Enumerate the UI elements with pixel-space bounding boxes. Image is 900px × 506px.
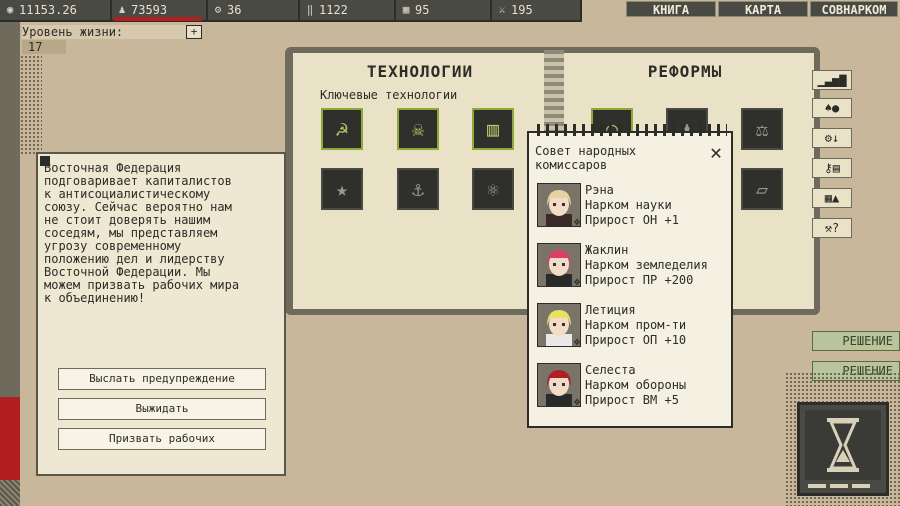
tab-sovnarkom[interactable]: СОВНАРКОМ [810,1,898,17]
side-tab-city[interactable]: ▦▲ [812,188,852,208]
commissar-name: Селеста [585,363,636,377]
gear-icon: ⚙ [214,3,222,16]
left-decoration [0,480,20,506]
resource-military: ▦ 95 [396,0,492,20]
turn-progress-segment [830,484,848,488]
resource-money: ◉ 11153.26 [0,0,112,20]
scales-icon: ⚖ [755,117,769,141]
key-technologies-subtitle: Ключевые технологии [320,88,458,102]
commissar-name: Летиция [585,303,636,317]
tech-tile-military[interactable]: ★ [321,168,363,210]
side-tab-stats[interactable]: ▁▃▅▇ [812,70,852,90]
popup-rings [537,124,727,136]
dot-pattern-decoration [20,55,42,155]
barracks-icon: ▦ [402,3,410,16]
commissar-role: Нарком обороны [585,378,687,392]
tech-tile-industry[interactable]: ▥ [472,108,514,150]
anchor-icon: ⚓ [411,177,425,201]
factory-icon: ▥ [486,117,500,141]
move-icon[interactable]: ✥ [571,396,583,408]
tab-map[interactable]: КАРТА [718,1,808,17]
life-level-label: Уровень жизни: [22,25,202,39]
side-tab-agriculture[interactable]: ♠● [812,98,852,118]
turn-progress-segment [852,484,870,488]
call-workers-button[interactable]: Призвать рабочих [58,428,266,450]
end-turn-button[interactable] [805,410,881,480]
resource-bar: ◉ 11153.26 ♟ 73593 ⚙ 36 ‖ 1122 ▦ 95 ⚔ 195 [0,0,582,22]
side-tab-science[interactable]: ⚷▤ [812,158,852,178]
life-level-value: 17 [22,40,66,54]
money-value: 11153.26 [19,3,77,17]
population-value: 73593 [131,3,168,17]
fields-icon: ♠● [824,101,840,115]
move-icon[interactable]: ✥ [571,276,583,288]
star-icon: ★ [335,177,349,201]
commissar-bonus: Прирост ОП +10 [585,333,687,347]
technologies-title: ТЕХНОЛОГИИ [366,62,474,81]
population-bar [114,17,202,21]
life-plus-button[interactable]: + [186,25,202,39]
commissar-name: Жаклин [585,243,629,257]
send-warning-button[interactable]: Выслать предупреждение [58,368,266,390]
sickle-icon: ☭ [335,117,349,141]
hourglass-icon [827,418,859,472]
building-icon: ▦▲ [824,191,840,205]
tech-tile-security[interactable]: ⚓ [397,168,439,210]
event-text: Восточная Федерация подговаривает капита… [44,161,240,305]
people-icon: ♟ [118,3,126,16]
reform-tile-4[interactable]: ▱ [741,168,783,210]
resource-industry: ⚙ 36 [208,0,300,20]
bar-chart-icon: ▁▃▅▇ [817,73,847,87]
gear-arrow-icon: ⚙↓ [824,131,840,145]
crossed-swords-icon: ⚔ [498,3,506,16]
industry-value: 36 [227,3,242,17]
left-red-meter [0,397,20,481]
commissar-bonus: Прирост ВМ +5 [585,393,679,407]
popup-title: Совет народных комиссаров [535,144,637,172]
commissar-role: Нарком земледелия [585,258,708,272]
coin-icon: ◉ [6,3,14,16]
food-value: 1122 [319,3,348,17]
tab-book[interactable]: КНИГА [626,1,716,17]
hammer-question-icon: ⚒? [824,221,840,235]
resource-food: ‖ 1122 [300,0,396,20]
commissar-role: Нарком науки [585,198,672,212]
military-value: 95 [415,3,430,17]
atom-icon: ⚛ [486,177,500,201]
document-icon: ▱ [755,177,769,201]
close-icon[interactable]: ✕ [706,142,726,162]
move-icon[interactable]: ✥ [571,216,583,228]
reform-tile-3[interactable]: ⚖ [741,108,783,150]
turn-progress-segment [808,484,826,488]
reforms-title: РЕФОРМЫ [647,62,723,81]
wheat-icon: ‖ [306,3,314,16]
commissar-name: Рэна [585,183,614,197]
commissar-role: Нарком пром-ти [585,318,687,332]
decision-button-1[interactable]: РЕШЕНИЕ [812,331,900,351]
side-tab-unknown[interactable]: ⚒? [812,218,852,238]
skull-icon: ☠ [411,117,425,141]
commissar-bonus: Прирост ПР +200 [585,273,694,287]
tech-tile-agriculture[interactable]: ☭ [321,108,363,150]
arms-value: 195 [511,3,533,17]
resource-arms: ⚔ 195 [492,0,582,20]
tech-tile-medicine[interactable]: ☠ [397,108,439,150]
key-icon: ⚷▤ [823,161,840,175]
wait-button[interactable]: Выжидать [58,398,266,420]
commissar-bonus: Прирост ОН +1 [585,213,679,227]
side-tab-industry[interactable]: ⚙↓ [812,128,852,148]
tech-tile-science[interactable]: ⚛ [472,168,514,210]
move-icon[interactable]: ✥ [571,336,583,348]
